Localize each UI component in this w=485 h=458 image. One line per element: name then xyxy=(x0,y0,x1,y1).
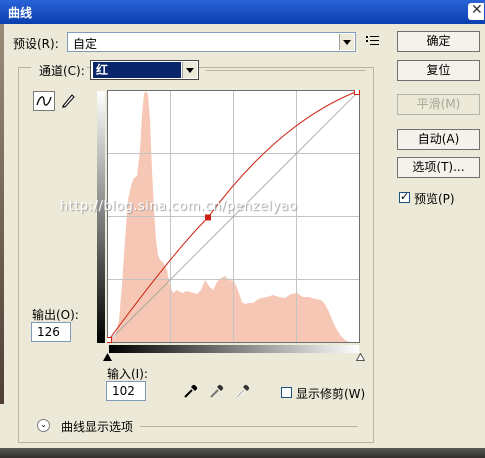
ok-button[interactable]: 确定 xyxy=(397,31,480,52)
preview-label: 预览(P) xyxy=(414,192,455,206)
preset-select[interactable]: 自定 xyxy=(67,32,356,52)
curve-point-end[interactable] xyxy=(354,90,360,95)
black-point-slider[interactable] xyxy=(103,353,112,361)
show-clipping-label: 显示修剪(W) xyxy=(296,387,366,401)
preset-label: 预设(R): xyxy=(13,37,59,51)
preset-value: 自定 xyxy=(73,37,98,51)
preview-checkbox[interactable] xyxy=(399,190,410,203)
white-eyedropper-icon[interactable] xyxy=(235,383,251,399)
window-title: 曲线 xyxy=(8,6,33,20)
expand-options-button[interactable]: ⌄ xyxy=(37,419,50,432)
preset-menu-icon[interactable] xyxy=(366,35,380,47)
background-window-edge xyxy=(0,448,485,458)
curve-point-tool[interactable] xyxy=(33,91,55,111)
output-value: 126 xyxy=(37,325,60,339)
input-field[interactable]: 102 xyxy=(106,381,146,401)
output-field[interactable]: 126 xyxy=(31,322,71,342)
curve-graph[interactable] xyxy=(107,90,360,343)
curve-point-selected[interactable] xyxy=(205,214,211,221)
gray-eyedropper-icon[interactable] xyxy=(209,383,225,399)
input-label: 输入(I): xyxy=(107,367,148,381)
input-value: 102 xyxy=(112,384,135,398)
pencil-tool[interactable] xyxy=(58,91,80,111)
divider xyxy=(140,426,358,427)
output-label: 输出(O): xyxy=(32,308,79,322)
curve-icon xyxy=(36,96,52,106)
channel-label: 通道(C): xyxy=(39,64,85,78)
channel-select[interactable]: 红 xyxy=(90,60,199,80)
show-clipping-checkbox[interactable] xyxy=(281,387,292,398)
reset-button[interactable]: 复位 xyxy=(397,60,480,81)
output-gradient xyxy=(97,91,105,343)
options-button[interactable]: 选项(T)... xyxy=(397,157,480,178)
chevron-double-down-icon: ⌄ xyxy=(40,420,47,429)
white-point-slider[interactable] xyxy=(356,353,365,361)
title-bar: 曲线 ✕ xyxy=(0,0,485,24)
close-button[interactable]: ✕ xyxy=(468,2,484,20)
curve-point-start[interactable] xyxy=(107,337,112,343)
auto-button[interactable]: 自动(A) xyxy=(397,129,480,150)
channel-label-bg: 通道(C): xyxy=(31,60,87,78)
watermark-text: http://blog.sina.com.cn/penzelyao xyxy=(60,199,298,214)
curve-options-label: 曲线显示选项 xyxy=(61,420,134,434)
pencil-icon xyxy=(62,94,75,108)
chevron-down-icon[interactable] xyxy=(182,62,197,78)
divider xyxy=(206,70,366,71)
chevron-down-icon[interactable] xyxy=(339,34,354,50)
input-gradient xyxy=(109,345,359,353)
close-icon: ✕ xyxy=(471,2,483,18)
background-window-edge xyxy=(0,24,4,404)
channel-value: 红 xyxy=(93,62,181,78)
smooth-button[interactable]: 平滑(M) xyxy=(397,94,480,115)
black-eyedropper-icon[interactable] xyxy=(183,383,199,399)
